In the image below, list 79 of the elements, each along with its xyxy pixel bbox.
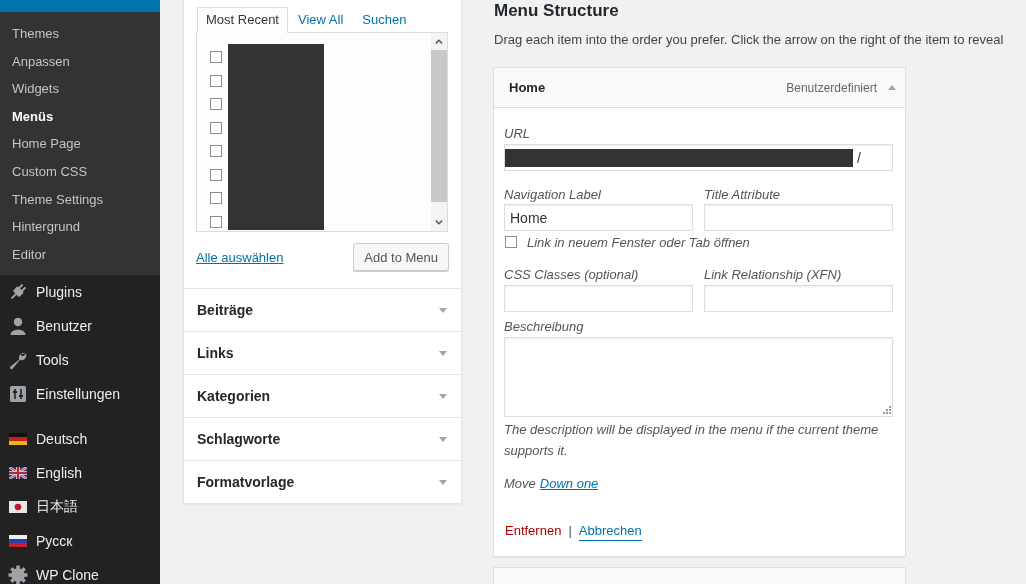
menu-item[interactable]: English bbox=[0, 456, 160, 491]
resize-grip-icon[interactable] bbox=[883, 406, 891, 414]
menu-item[interactable]: Русск bbox=[0, 524, 160, 559]
caret-icon[interactable] bbox=[439, 436, 447, 442]
help-text: The description will be displayed in the menu if the current theme supports it. bbox=[504, 421, 880, 460]
checkbox[interactable] bbox=[210, 121, 222, 134]
wrench-icon bbox=[8, 350, 28, 371]
chevron-up-icon[interactable] bbox=[435, 39, 443, 44]
submenu-item[interactable]: Theme Settings bbox=[0, 185, 160, 214]
japanese-flag-icon bbox=[9, 501, 27, 514]
submenu-item[interactable]: Custom CSS bbox=[0, 157, 160, 186]
menu-item[interactable]: Benutzer bbox=[0, 309, 160, 344]
move-down-link[interactable]: Down one bbox=[539, 476, 599, 491]
title-attribute-field[interactable] bbox=[704, 204, 893, 231]
gear-icon bbox=[8, 565, 28, 584]
sliders-icon bbox=[8, 384, 28, 405]
checkbox-label: Link in neuem Fenster oder Tab öffnen bbox=[527, 234, 750, 250]
menu-item[interactable]: WP Clone bbox=[0, 558, 160, 584]
checkbox[interactable] bbox=[210, 51, 222, 63]
checkbox[interactable] bbox=[210, 168, 222, 181]
move-label: Move bbox=[504, 476, 536, 491]
field-label: CSS Classes (optional) bbox=[504, 266, 639, 284]
caret-icon[interactable] bbox=[439, 393, 447, 399]
accordion-section[interactable]: Kategorien bbox=[184, 374, 461, 417]
checkbox[interactable] bbox=[210, 215, 222, 228]
tab[interactable]: Most Recent bbox=[197, 7, 288, 33]
caret-icon[interactable] bbox=[888, 85, 896, 90]
select-all-link[interactable]: Alle auswählen bbox=[196, 249, 284, 265]
menu-item[interactable]: Einstellungen bbox=[0, 377, 160, 412]
field-label: Beschreibung bbox=[504, 318, 584, 336]
link-relationship-field[interactable] bbox=[704, 285, 893, 312]
field-label: Navigation Label bbox=[504, 186, 601, 204]
submenu-item[interactable]: Widgets bbox=[0, 75, 160, 103]
caret-icon[interactable] bbox=[439, 350, 447, 356]
scrollbar-thumb[interactable] bbox=[431, 50, 447, 202]
navigation-label-field[interactable]: Home bbox=[504, 204, 693, 231]
checkbox[interactable] bbox=[210, 98, 222, 110]
menu-item[interactable]: Plugins bbox=[0, 275, 160, 310]
user-icon bbox=[8, 316, 28, 337]
submenu-item[interactable]: Anpassen bbox=[0, 47, 160, 76]
menu-item-title: Home bbox=[509, 80, 546, 95]
field-label: Title Attribute bbox=[704, 186, 780, 204]
menu-item-type: Benutzerdefiniert bbox=[786, 80, 877, 95]
submenu-item[interactable]: Hintergrund bbox=[0, 213, 160, 241]
checkbox[interactable] bbox=[210, 74, 222, 87]
heading: Menu Structure bbox=[494, 1, 619, 21]
german-flag-icon bbox=[9, 433, 27, 446]
union-jack-flag-icon bbox=[9, 467, 27, 480]
accordion-section[interactable]: Links bbox=[184, 331, 461, 374]
instructions-text: Drag each item into the order you prefer. Click the arrow on the right of the item to reveal bbox=[494, 31, 1004, 49]
submenu-item[interactable]: Editor bbox=[0, 240, 160, 269]
caret-icon[interactable] bbox=[439, 307, 447, 313]
submenu-item[interactable]: Home Page bbox=[0, 130, 160, 158]
menu-item[interactable]: Tools bbox=[0, 343, 160, 378]
menu-item[interactable]: Deutsch bbox=[0, 422, 160, 457]
tab[interactable]: Suchen bbox=[353, 7, 416, 32]
field-label: Link Relationship (XFN) bbox=[704, 266, 842, 284]
description-field[interactable] bbox=[504, 337, 893, 417]
link-separator: | bbox=[568, 522, 572, 540]
field-label: URL bbox=[504, 125, 530, 143]
checkbox[interactable] bbox=[505, 236, 517, 248]
chevron-down-icon[interactable] bbox=[435, 220, 443, 225]
submenu-item[interactable]: Themes bbox=[0, 20, 160, 48]
russian-flag-icon bbox=[9, 535, 27, 548]
menu-item-header[interactable]: Home Benutzerdefiniert bbox=[494, 68, 905, 108]
accordion-section[interactable]: Formatvorlage bbox=[184, 460, 461, 503]
submenu-item[interactable]: Menüs bbox=[0, 102, 160, 131]
accordion-section[interactable]: Beiträge bbox=[184, 288, 461, 331]
cancel-link[interactable]: Abbrechen bbox=[578, 521, 642, 541]
checkbox[interactable] bbox=[210, 145, 222, 157]
remove-link[interactable]: Entfernen bbox=[505, 520, 562, 542]
menu-item[interactable]: 日本語 bbox=[0, 490, 160, 525]
checkbox[interactable] bbox=[210, 192, 222, 204]
css-classes-field[interactable] bbox=[504, 285, 693, 312]
caret-icon[interactable] bbox=[439, 479, 447, 485]
accordion-section[interactable]: Schlagworte bbox=[184, 417, 461, 460]
url-field[interactable]: / bbox=[504, 144, 893, 171]
add-to-menu-button[interactable]: Add to Menu bbox=[353, 243, 449, 271]
tab[interactable]: View All bbox=[289, 7, 353, 32]
